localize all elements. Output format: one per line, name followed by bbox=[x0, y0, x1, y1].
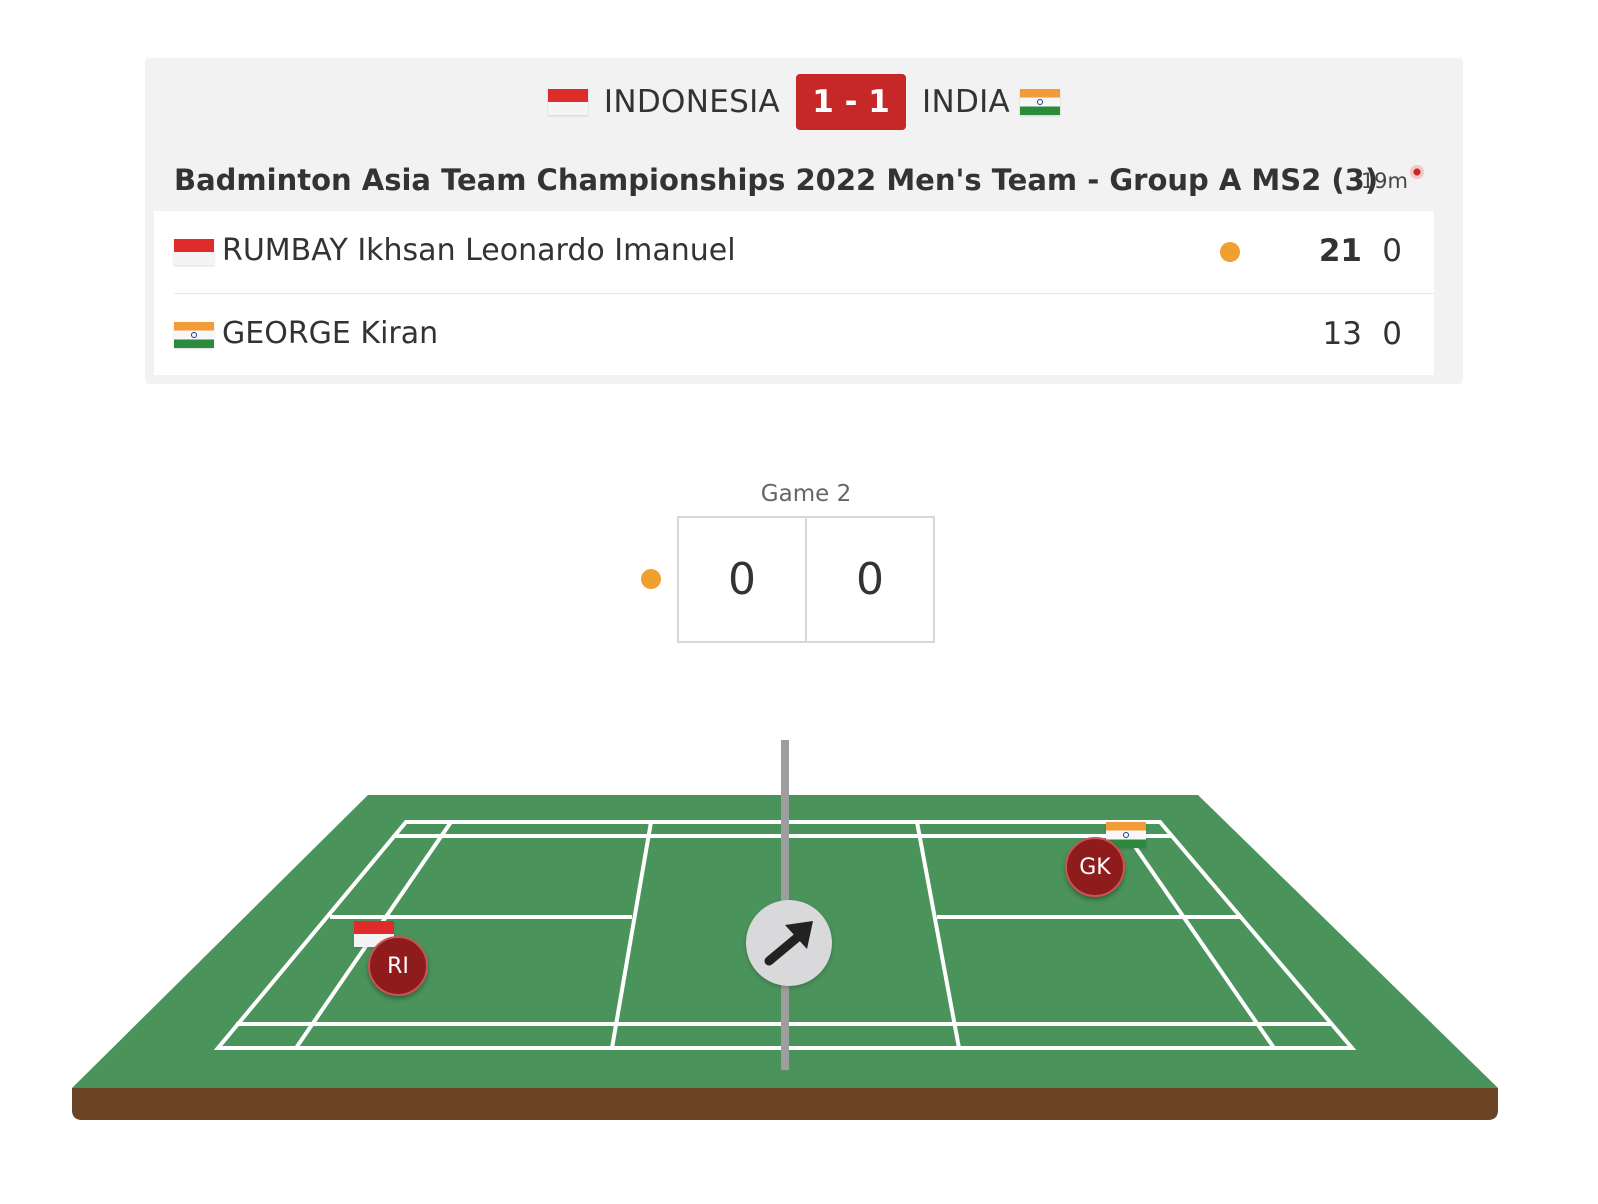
badminton-court bbox=[72, 740, 1498, 1120]
player-avatar-home[interactable]: RI bbox=[368, 936, 428, 996]
shuttle-direction-button[interactable] bbox=[746, 900, 832, 986]
player-avatar-away[interactable]: GK bbox=[1065, 837, 1125, 897]
court-base bbox=[72, 1088, 1498, 1120]
arrow-up-right-icon bbox=[764, 921, 813, 966]
